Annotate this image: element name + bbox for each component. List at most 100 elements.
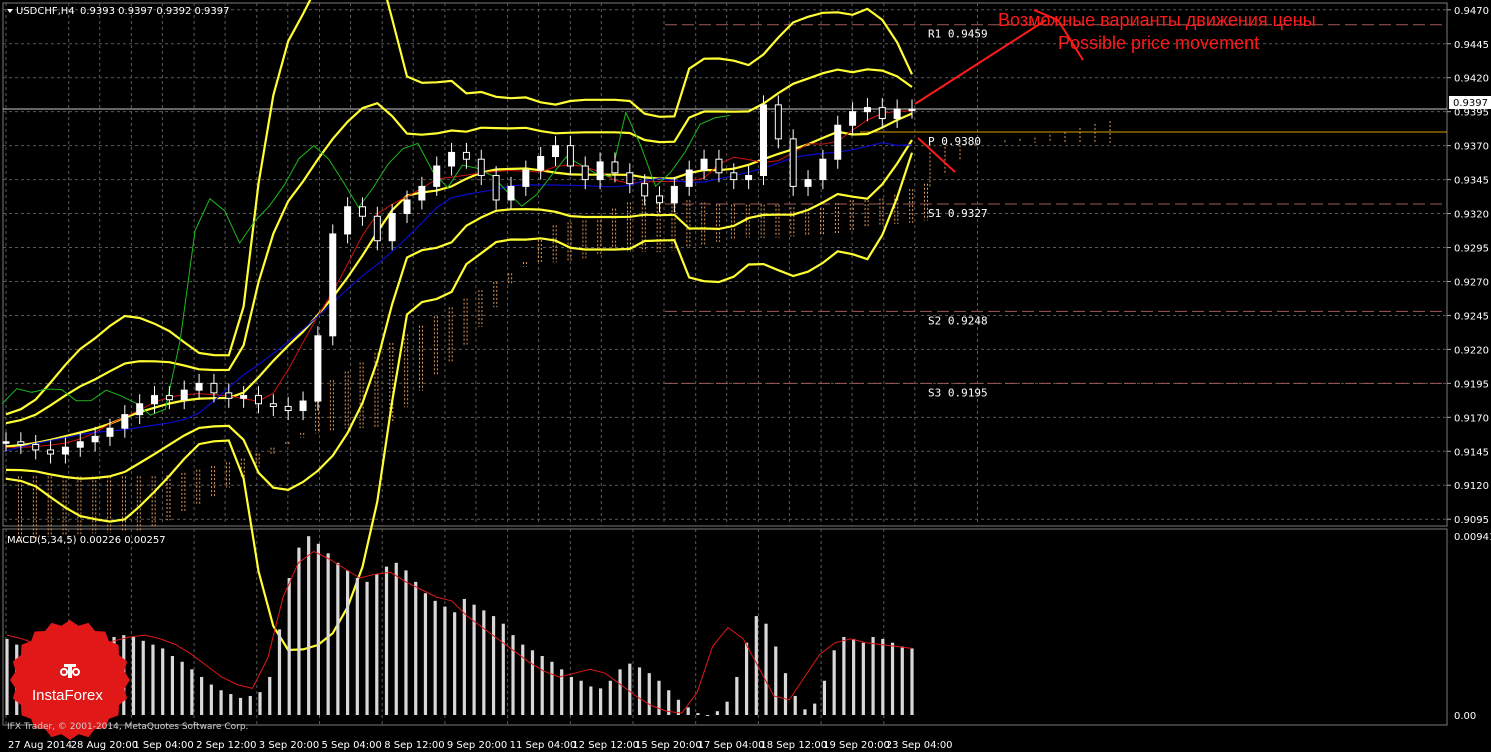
ohlc-values: 0.9393 0.9397 0.9392 0.9397 (80, 6, 230, 17)
macd-bar (900, 646, 904, 715)
y-tick-label: 0.9470 (1454, 6, 1489, 17)
candle-body (819, 158, 827, 181)
macd-bar (200, 676, 204, 715)
chart-canvas[interactable]: R1 0.9459 P 0.9380 S1 0.9327 S2 0.9248 S3 0.… (0, 0, 1491, 752)
candle-body (344, 206, 352, 235)
candle-body (730, 172, 738, 181)
macd-bar (491, 616, 496, 715)
candle-body (284, 405, 292, 412)
bollinger-upper (5, 0, 913, 416)
candle-body (522, 169, 530, 187)
candle-body (596, 161, 604, 181)
macd-bar (238, 697, 243, 715)
symbol-dropdown-icon[interactable] (7, 9, 13, 13)
candle-body (165, 395, 173, 401)
macd-bar (307, 536, 311, 715)
candle-body (745, 175, 753, 181)
y-tick-label: 0.9295 (1454, 244, 1489, 255)
x-tick-label: 15 Sep 20:00 (635, 740, 702, 751)
current-price-label: 0.9397 (1453, 98, 1488, 109)
candle-body (180, 389, 188, 401)
candle-body (834, 124, 842, 160)
pivot-label: P 0.9380 (928, 135, 981, 148)
macd-bar (618, 669, 622, 715)
x-tick-label: 2 Sep 12:00 (196, 740, 256, 751)
candle-body (670, 185, 678, 204)
candle-body (537, 156, 545, 171)
candle-body (566, 145, 574, 167)
macd-bar (628, 663, 632, 715)
macd-bar (637, 667, 642, 715)
macd-bar (423, 593, 428, 715)
macd-bar (501, 623, 505, 715)
candle-body (477, 158, 485, 177)
candle-body (254, 395, 262, 405)
candle-body (804, 179, 812, 187)
annotation-ru: Возможные варианты движения цены (998, 10, 1316, 30)
y-tick-label: 0.9320 (1454, 210, 1489, 221)
candle-body (299, 400, 307, 412)
pivot-label: S1 0.9327 (928, 207, 988, 220)
x-tick-label: 27 Aug 2014 (8, 740, 72, 751)
macd-bar (453, 612, 457, 715)
candle-body (151, 395, 159, 405)
annotation-en: Possible price movement (1058, 33, 1259, 53)
macd-bar (404, 570, 408, 715)
candle-body (789, 138, 797, 187)
y-tick-label: 0.9195 (1454, 379, 1489, 390)
macd-histogram (5, 536, 914, 716)
candle-body (611, 161, 619, 174)
candle-body (329, 233, 337, 337)
candle-body (656, 195, 664, 204)
candle-body (210, 382, 218, 394)
candle-body (626, 172, 634, 185)
macd-bar (842, 637, 846, 715)
macd-bar (744, 642, 749, 715)
macd-bar (462, 598, 466, 715)
macd-bar (170, 656, 175, 715)
macd-bar (813, 703, 817, 715)
macd-bar (375, 574, 379, 715)
macd-bar (706, 715, 710, 716)
candle-body (641, 183, 649, 197)
macd-bar (540, 656, 544, 715)
macd-bar (569, 676, 574, 715)
symbol-label: USDCHF,H4 (16, 6, 75, 17)
x-tick-label: 11 Sep 04:00 (510, 740, 577, 751)
y-tick-label: 0.9095 (1454, 515, 1489, 526)
macd-bar (190, 669, 194, 715)
macd-bar (774, 646, 778, 715)
macd-bar (589, 686, 593, 715)
macd-bar (141, 640, 145, 715)
macd-bar (793, 695, 797, 715)
macd-bar (219, 690, 223, 715)
macd-bar (910, 648, 914, 715)
bollinger-lower (5, 152, 914, 652)
candle-body (225, 392, 233, 399)
macd-bar (530, 650, 535, 715)
macd-bar (258, 692, 262, 715)
x-tick-label: 9 Sep 20:00 (447, 740, 507, 751)
macd-bar (764, 623, 768, 715)
macd-bar (647, 673, 651, 715)
macd-bar (715, 711, 719, 715)
candle-body (492, 175, 500, 201)
x-tick-label: 19 Sep 20:00 (823, 740, 890, 751)
macd-bar (608, 680, 612, 715)
pivot-levels: R1 0.9459 P 0.9380 S1 0.9327 S2 0.9248 S3 0.… (3, 24, 1447, 399)
macd-bar (443, 606, 447, 715)
candle-body (552, 145, 560, 158)
candle-body (269, 403, 277, 407)
y-tick-label: 0.9170 (1454, 413, 1489, 424)
macd-bar (550, 661, 554, 715)
candle-body (358, 206, 366, 217)
macd-bar (229, 694, 233, 715)
x-tick-label: 8 Sep 12:00 (384, 740, 444, 751)
candle-body (774, 104, 782, 140)
pivot-label: S2 0.9248 (928, 314, 988, 327)
macd-bar (657, 680, 661, 715)
macd-bar (180, 661, 184, 715)
candle-body (2, 441, 10, 444)
candle-body (849, 111, 857, 126)
candle-body (32, 443, 40, 451)
